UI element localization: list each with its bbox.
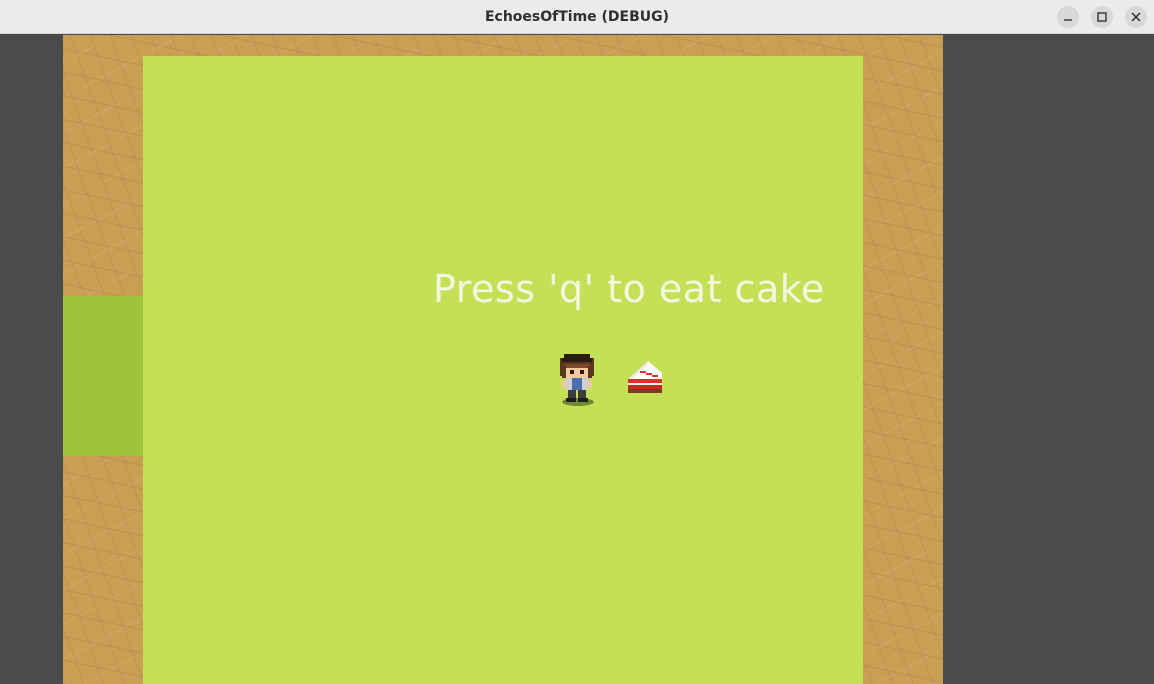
room-doorway: [63, 296, 143, 456]
interaction-prompt: Press 'q' to eat cake: [433, 267, 825, 311]
window-titlebar[interactable]: EchoesOfTime (DEBUG): [0, 0, 1154, 34]
maximize-button[interactable]: [1091, 6, 1113, 28]
close-icon: [1131, 12, 1141, 22]
minimize-icon: [1064, 19, 1072, 21]
minimize-button[interactable]: [1057, 6, 1079, 28]
grass-room-floor: [143, 56, 863, 684]
player-character-sprite: [560, 354, 594, 406]
maximize-icon: [1097, 12, 1107, 22]
cake-slice-sprite[interactable]: [624, 355, 666, 397]
window-title: EchoesOfTime (DEBUG): [484, 9, 670, 25]
game-viewport[interactable]: Press 'q' to eat cake: [0, 35, 1154, 684]
close-button[interactable]: [1125, 6, 1147, 28]
